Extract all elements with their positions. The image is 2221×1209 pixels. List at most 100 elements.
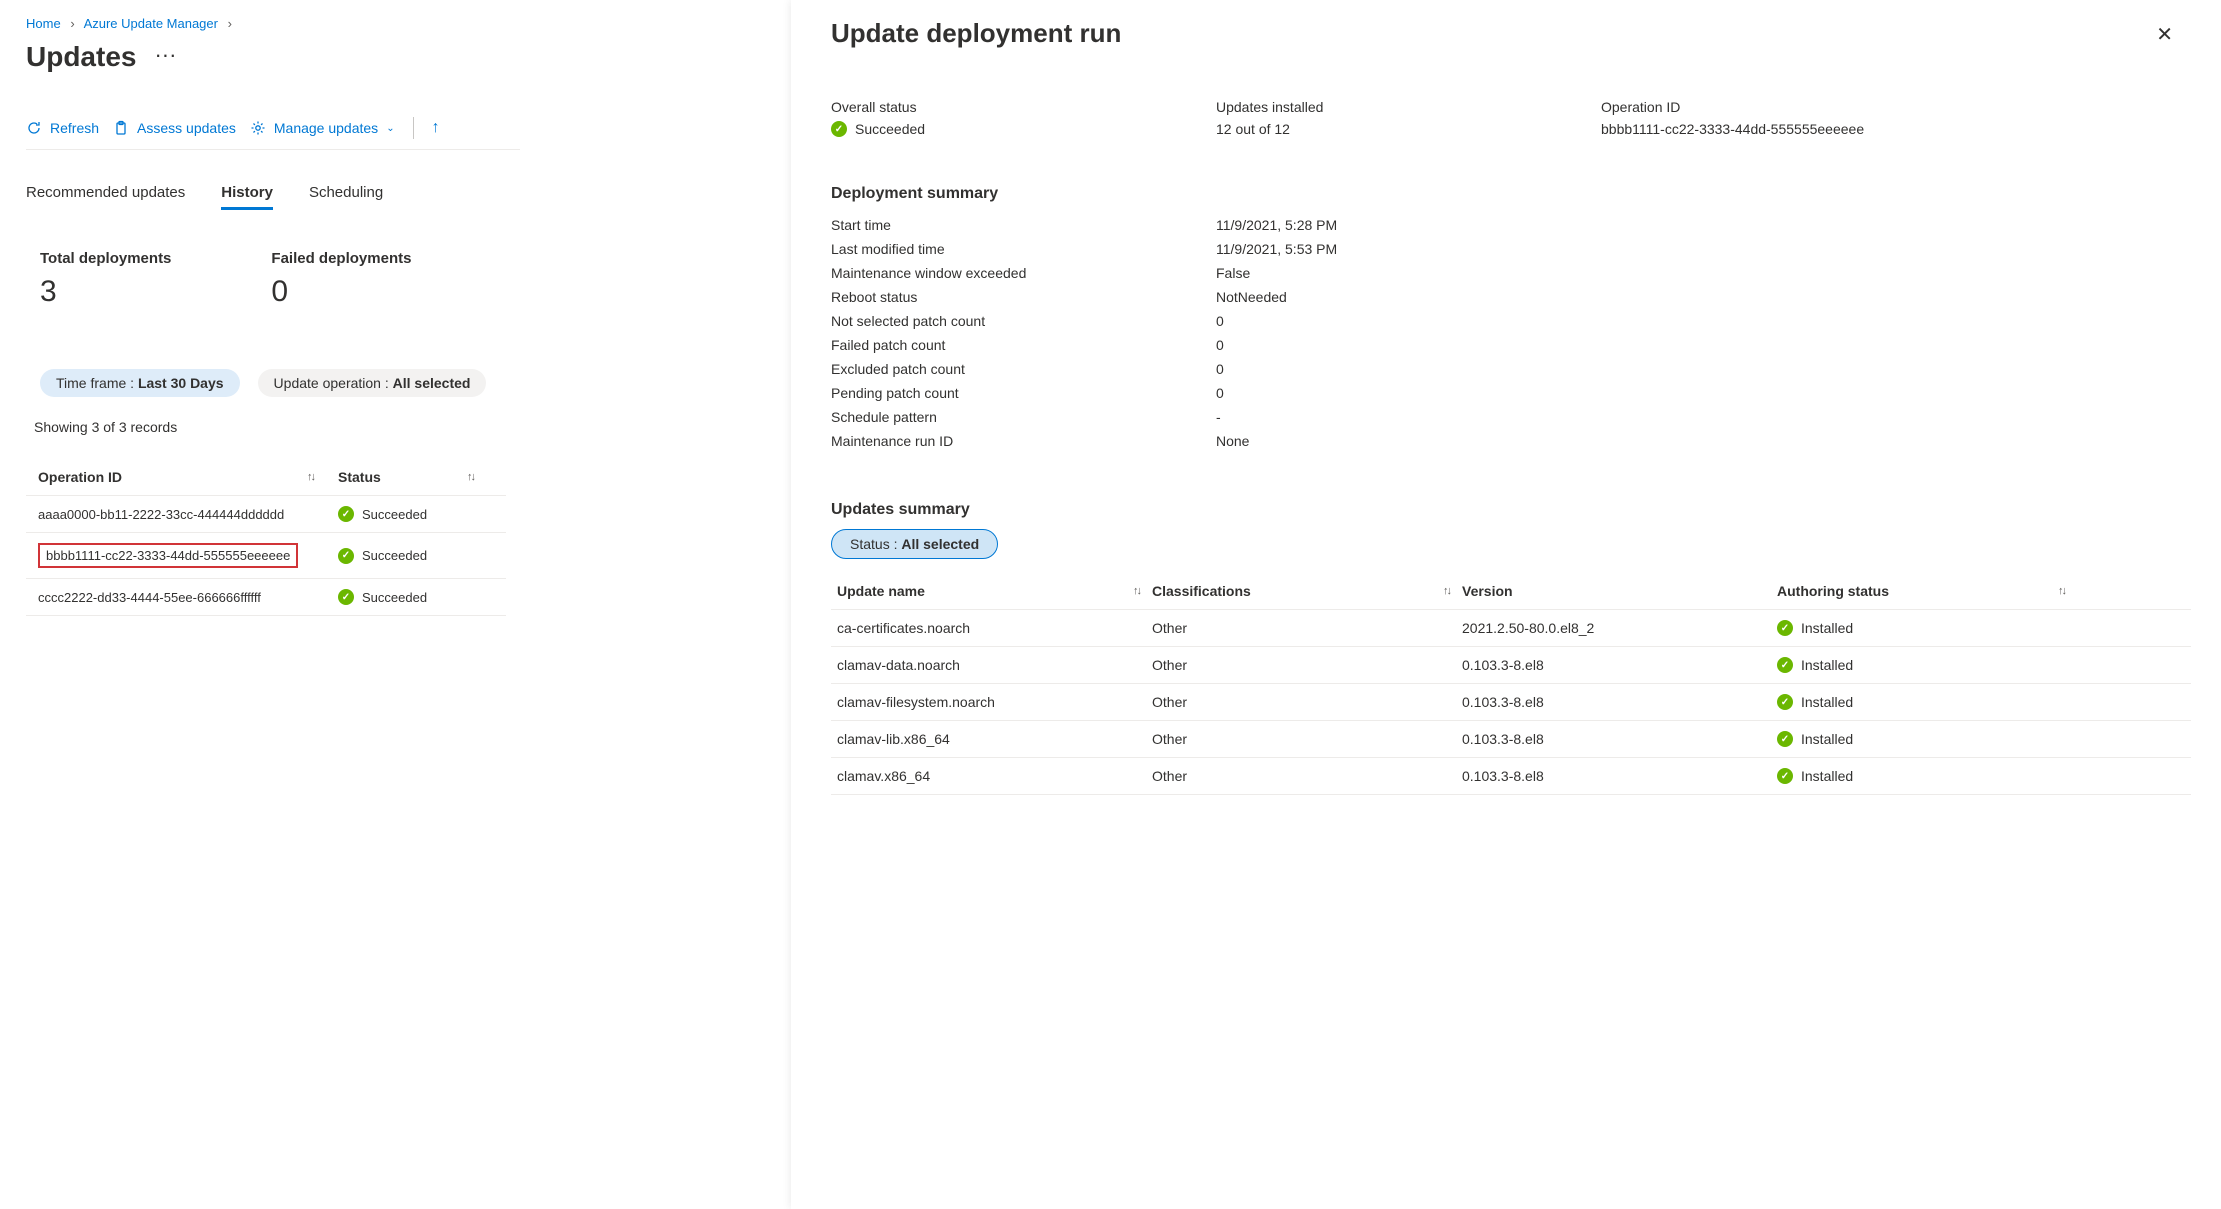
success-icon xyxy=(1777,768,1793,784)
close-icon: ✕ xyxy=(2156,24,2173,46)
column-status[interactable]: Status ↑↓ xyxy=(326,459,486,495)
summary-value: NotNeeded xyxy=(1216,289,1287,305)
cell-operation-id: aaaa0000-bb11-2222-33cc-444444dddddd xyxy=(26,497,326,532)
column-classifications[interactable]: Classifications ↑↓ xyxy=(1146,573,1456,609)
summary-value: 11/9/2021, 5:53 PM xyxy=(1216,241,1337,257)
cell-classification: Other xyxy=(1146,610,1456,646)
summary-label: Maintenance run ID xyxy=(831,433,1216,449)
more-menu-button[interactable]: ··· xyxy=(154,42,176,68)
column-version[interactable]: Version xyxy=(1456,573,1771,609)
stat-total-label: Total deployments xyxy=(40,250,171,267)
table-row[interactable]: aaaa0000-bb11-2222-33cc-444444ddddddSucc… xyxy=(26,496,506,533)
summary-value: 0 xyxy=(1216,385,1224,401)
chevron-down-icon: ⌄ xyxy=(386,123,394,134)
cell-classification: Other xyxy=(1146,721,1456,757)
updates-row[interactable]: clamav.x86_64Other0.103.3-8.el8Installed xyxy=(831,758,2191,795)
summary-value: - xyxy=(1216,409,1221,425)
stat-failed-value: 0 xyxy=(271,275,411,309)
close-button[interactable]: ✕ xyxy=(2148,18,2181,51)
history-table: Operation ID ↑↓ Status ↑↓ aaaa0000-bb11-… xyxy=(26,459,506,616)
status-pill-value: All selected xyxy=(901,536,979,552)
refresh-button[interactable]: Refresh xyxy=(26,120,99,136)
stat-total: Total deployments 3 xyxy=(40,250,171,309)
installed-label: Updates installed xyxy=(1216,99,1601,115)
success-icon xyxy=(1777,620,1793,636)
refresh-icon xyxy=(26,120,42,136)
toolbar: Refresh Assess updates Manage updates ⌄ … xyxy=(26,117,520,150)
stat-failed-label: Failed deployments xyxy=(271,250,411,267)
column-authoring-status[interactable]: Authoring status ↑↓ xyxy=(1771,573,2071,609)
cell-authoring-status: Installed xyxy=(1771,758,2071,794)
cell-version: 0.103.3-8.el8 xyxy=(1456,684,1771,720)
cell-classification: Other xyxy=(1146,647,1456,683)
table-row[interactable]: cccc2222-dd33-4444-55ee-666666ffffffSucc… xyxy=(26,579,506,616)
tab-scheduling[interactable]: Scheduling xyxy=(309,184,383,210)
assess-updates-button[interactable]: Assess updates xyxy=(113,120,236,136)
cell-update-name: clamav-data.noarch xyxy=(831,647,1146,683)
overview-installed: Updates installed 12 out of 12 xyxy=(1216,99,1601,137)
summary-label: Pending patch count xyxy=(831,385,1216,401)
success-icon xyxy=(1777,731,1793,747)
sort-icon: ↑↓ xyxy=(467,471,474,483)
filter-time-label: Time frame : xyxy=(56,375,138,391)
summary-row: Excluded patch count0 xyxy=(831,357,2181,381)
deployment-summary-heading: Deployment summary xyxy=(831,185,2181,203)
filter-op-value: All selected xyxy=(393,375,471,391)
col-ver-label: Version xyxy=(1462,583,1513,599)
manage-label: Manage updates xyxy=(274,120,378,136)
clipboard-icon xyxy=(113,120,129,136)
updates-row[interactable]: ca-certificates.noarchOther2021.2.50-80.… xyxy=(831,610,2191,647)
summary-label: Schedule pattern xyxy=(831,409,1216,425)
summary-label: Failed patch count xyxy=(831,337,1216,353)
filter-timeframe[interactable]: Time frame : Last 30 Days xyxy=(40,369,240,397)
column-operation-id[interactable]: Operation ID ↑↓ xyxy=(26,459,326,495)
summary-label: Maintenance window exceeded xyxy=(831,265,1216,281)
chevron-right-icon: › xyxy=(70,16,74,31)
cell-version: 2021.2.50-80.0.el8_2 xyxy=(1456,610,1771,646)
summary-value: False xyxy=(1216,265,1250,281)
cell-version: 0.103.3-8.el8 xyxy=(1456,721,1771,757)
summary-row: Not selected patch count0 xyxy=(831,309,2181,333)
summary-row: Last modified time11/9/2021, 5:53 PM xyxy=(831,237,2181,261)
opid-value: bbbb1111-cc22-3333-44dd-555555eeeeee xyxy=(1601,121,2181,137)
success-icon xyxy=(338,506,354,522)
table-row[interactable]: bbbb1111-cc22-3333-44dd-555555eeeeeeSucc… xyxy=(26,533,506,579)
manage-updates-button[interactable]: Manage updates ⌄ xyxy=(250,120,395,136)
tabs: Recommended updates History Scheduling xyxy=(26,184,520,210)
status-filter-pill[interactable]: Status : All selected xyxy=(831,529,998,559)
summary-row: Failed patch count0 xyxy=(831,333,2181,357)
cell-authoring-status: Installed xyxy=(1771,610,2071,646)
updates-table: Update name ↑↓ Classifications ↑↓ Versio… xyxy=(831,573,2191,795)
summary-value: None xyxy=(1216,433,1249,449)
updates-row[interactable]: clamav-filesystem.noarchOther0.103.3-8.e… xyxy=(831,684,2191,721)
summary-row: Maintenance run IDNone xyxy=(831,429,2181,453)
breadcrumb-parent[interactable]: Azure Update Manager xyxy=(84,16,218,31)
updates-row[interactable]: clamav-lib.x86_64Other0.103.3-8.el8Insta… xyxy=(831,721,2191,758)
arrow-up-icon[interactable]: ↑ xyxy=(432,119,440,137)
cell-version: 0.103.3-8.el8 xyxy=(1456,758,1771,794)
summary-label: Reboot status xyxy=(831,289,1216,305)
overview-overall: Overall status Succeeded xyxy=(831,99,1216,137)
tab-history[interactable]: History xyxy=(221,184,273,210)
gear-icon xyxy=(250,120,266,136)
cell-update-name: ca-certificates.noarch xyxy=(831,610,1146,646)
filter-operation[interactable]: Update operation : All selected xyxy=(258,369,487,397)
cell-operation-id: bbbb1111-cc22-3333-44dd-555555eeeeee xyxy=(26,533,326,578)
stat-total-value: 3 xyxy=(40,275,171,309)
sort-icon: ↑↓ xyxy=(307,471,314,483)
column-status-label: Status xyxy=(338,469,381,485)
column-update-name[interactable]: Update name ↑↓ xyxy=(831,573,1146,609)
cell-status: Succeeded xyxy=(326,496,486,532)
detail-panel: Update deployment run ✕ Overall status S… xyxy=(791,0,2221,1209)
summary-grid: Start time11/9/2021, 5:28 PMLast modifie… xyxy=(831,213,2181,453)
cell-authoring-status: Installed xyxy=(1771,647,2071,683)
filter-time-value: Last 30 Days xyxy=(138,375,224,391)
success-icon xyxy=(338,589,354,605)
updates-row[interactable]: clamav-data.noarchOther0.103.3-8.el8Inst… xyxy=(831,647,2191,684)
summary-value: 0 xyxy=(1216,337,1224,353)
tab-recommended[interactable]: Recommended updates xyxy=(26,184,185,210)
breadcrumb-home[interactable]: Home xyxy=(26,16,61,31)
summary-row: Maintenance window exceededFalse xyxy=(831,261,2181,285)
sort-icon: ↑↓ xyxy=(1133,585,1140,597)
table-header-row: Operation ID ↑↓ Status ↑↓ xyxy=(26,459,506,496)
